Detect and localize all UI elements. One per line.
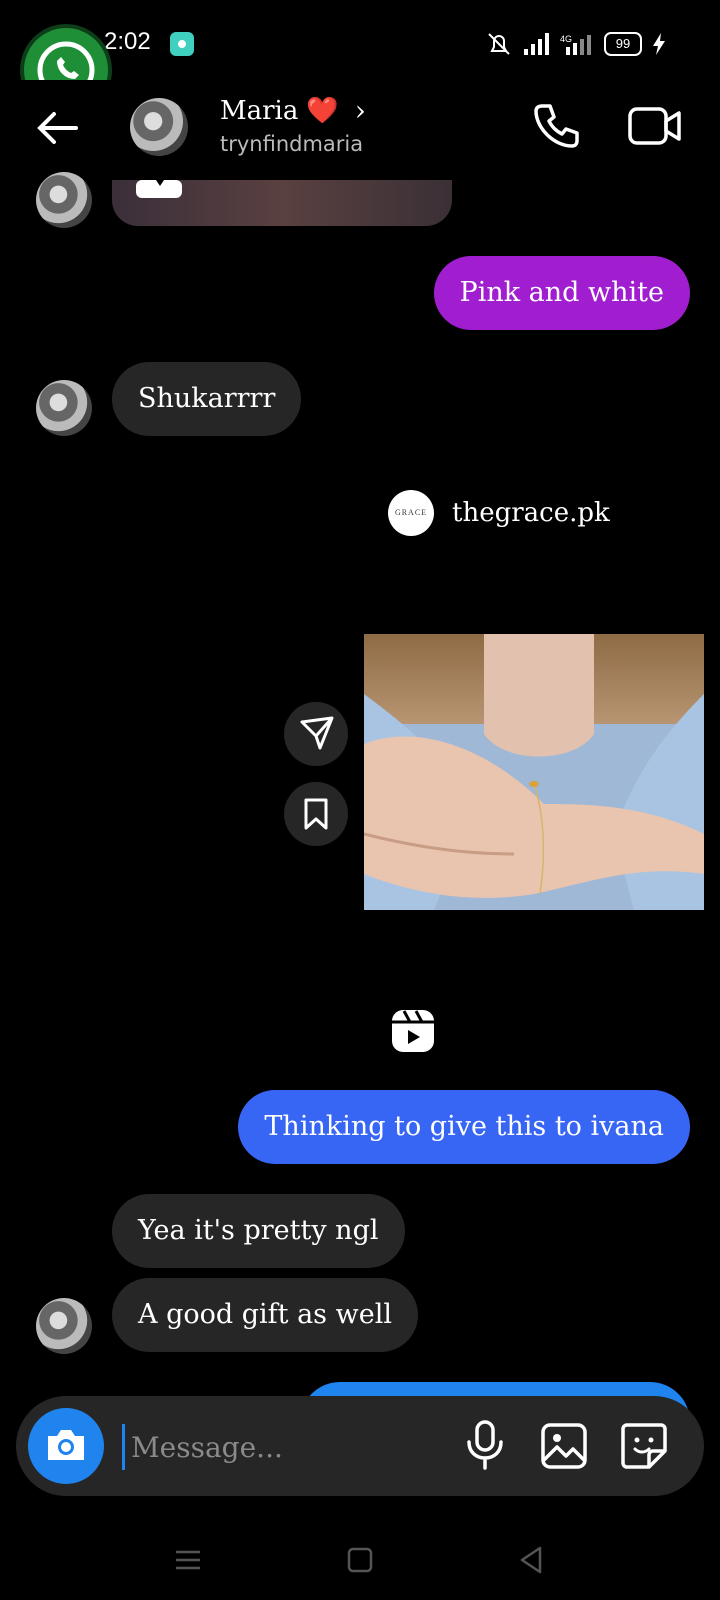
signal-icon — [524, 33, 549, 55]
reels-icon — [390, 1008, 436, 1054]
video-camera-icon — [628, 107, 681, 145]
gallery-button[interactable] — [538, 1420, 590, 1472]
play-icon — [136, 180, 182, 198]
status-icons: 4G 99 — [484, 30, 666, 58]
home-nav-button[interactable] — [340, 1540, 380, 1580]
shared-post-header[interactable]: GRACE thegrace.pk — [388, 490, 610, 536]
message-input[interactable] — [122, 1424, 453, 1470]
camera-button[interactable] — [28, 1408, 104, 1484]
sender-avatar[interactable] — [36, 1298, 92, 1354]
contact-name[interactable]: Maria ❤️ › — [220, 94, 366, 127]
back-nav-button[interactable] — [512, 1540, 552, 1580]
microphone-icon — [467, 1420, 503, 1470]
save-post-button[interactable] — [284, 782, 348, 846]
sent-message[interactable]: Thinking to give this to ivana — [238, 1090, 690, 1164]
svg-text:4G: 4G — [560, 34, 572, 44]
charging-icon — [653, 33, 665, 55]
sender-avatar[interactable] — [36, 380, 92, 436]
gallery-icon — [541, 1423, 587, 1469]
phone-icon — [534, 104, 579, 148]
voice-message-button[interactable] — [462, 1418, 508, 1472]
sticker-icon — [621, 1423, 667, 1469]
sender-avatar[interactable] — [36, 172, 92, 228]
send-icon — [300, 716, 334, 750]
forward-post-button[interactable] — [284, 702, 348, 766]
contact-username: trynfindmaria — [220, 132, 364, 156]
battery-indicator: 99 — [604, 32, 642, 56]
notification-app-icon — [170, 32, 194, 56]
mute-bell-icon — [488, 33, 510, 55]
back-arrow-icon — [37, 112, 78, 144]
received-message[interactable]: Shukarrrr — [112, 362, 302, 436]
video-call-button[interactable] — [626, 100, 684, 152]
heart-emoji: ❤️ — [306, 95, 339, 126]
back-button[interactable] — [30, 108, 86, 148]
audio-call-button[interactable] — [530, 100, 582, 152]
received-message[interactable]: Yea it's pretty ngl — [112, 1194, 405, 1268]
previous-media-message[interactable] — [112, 180, 452, 226]
account-logo: GRACE — [388, 490, 434, 536]
chevron-right-icon: › — [354, 94, 366, 127]
shared-post-image[interactable] — [364, 634, 704, 910]
post-photo — [364, 634, 704, 910]
menu-nav-button[interactable] — [168, 1540, 208, 1580]
home-square-icon — [347, 1547, 373, 1573]
sent-message[interactable]: Pink and white — [433, 256, 690, 330]
contact-name-text: Maria — [220, 95, 299, 126]
back-triangle-icon — [520, 1546, 542, 1574]
received-message[interactable]: A good gift as well — [112, 1278, 418, 1352]
shared-account-name: thegrace.pk — [452, 498, 610, 528]
signal-4g-icon: 4G — [560, 34, 591, 55]
menu-icon — [176, 1550, 200, 1570]
sticker-button[interactable] — [618, 1420, 670, 1472]
contact-avatar[interactable] — [130, 98, 188, 156]
status-time: 2:02 — [104, 28, 151, 55]
camera-icon — [48, 1430, 84, 1460]
bookmark-icon — [304, 798, 328, 830]
